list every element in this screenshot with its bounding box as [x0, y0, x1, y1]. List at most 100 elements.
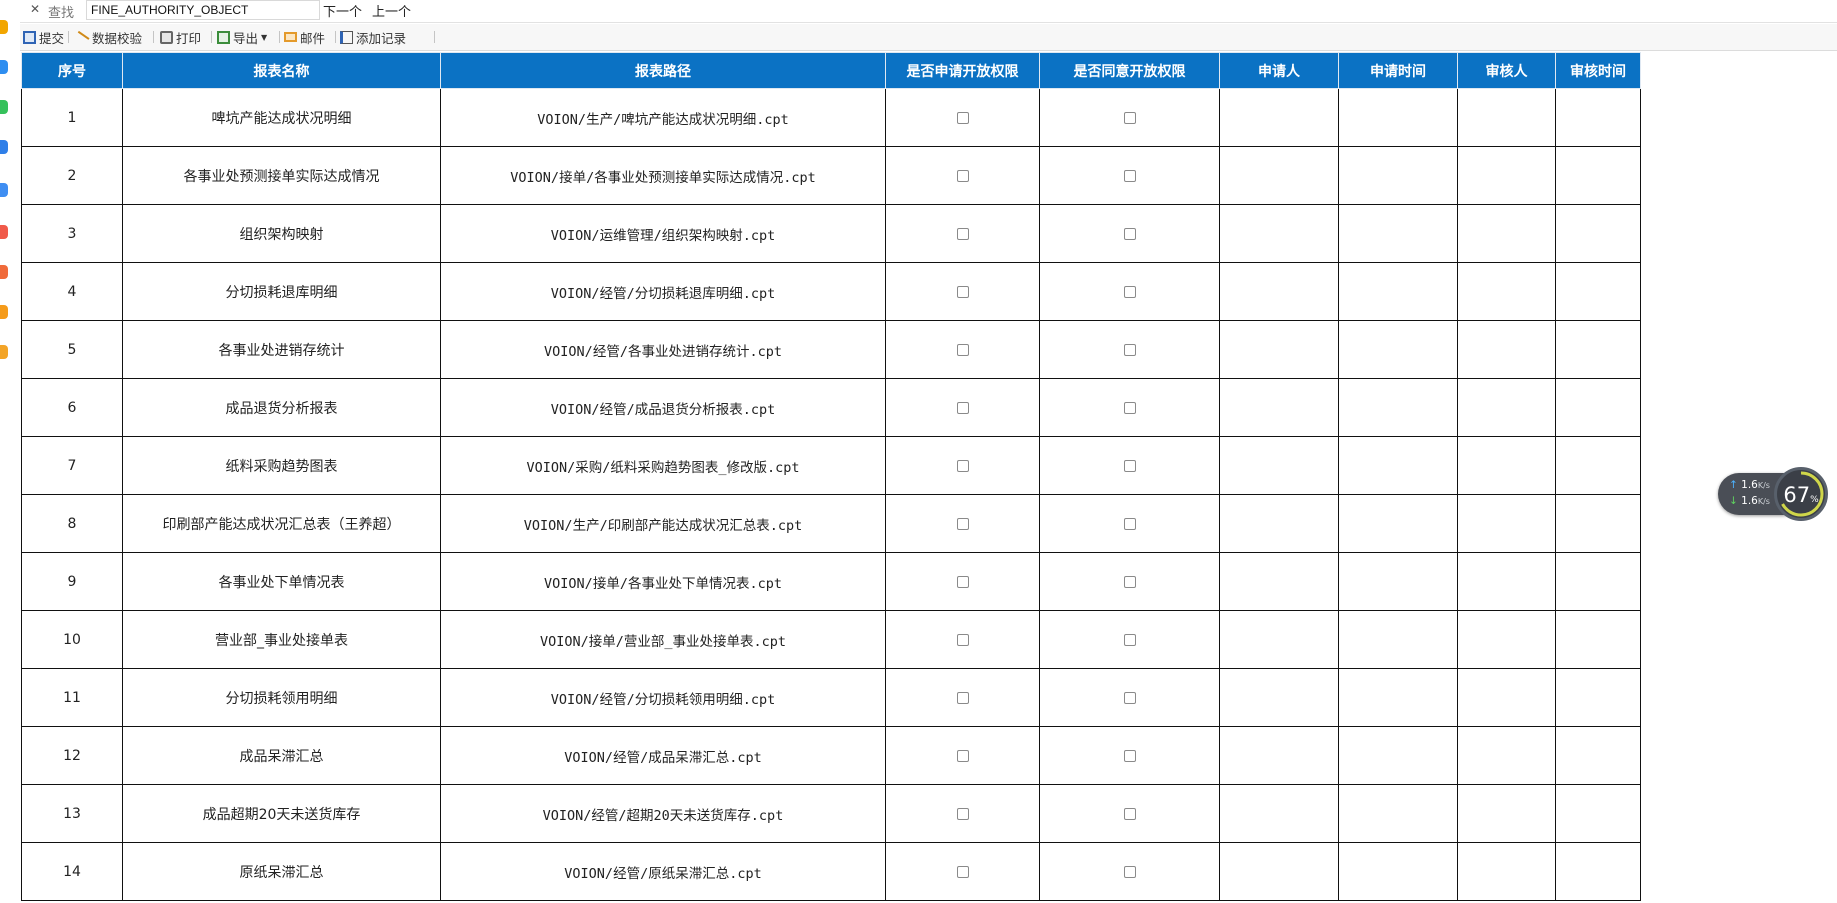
dock-app-icon[interactable]	[0, 225, 8, 239]
report-name-cell: 成品呆滞汇总	[122, 726, 441, 785]
dock-app-icon[interactable]	[0, 20, 8, 34]
close-icon[interactable]: ✕	[30, 2, 40, 16]
apply-permission-checkbox[interactable]	[956, 343, 969, 356]
reviewer-cell	[1457, 262, 1556, 321]
apply-permission-checkbox[interactable]	[956, 575, 969, 588]
row-number-cell: 4	[21, 262, 123, 321]
reviewer-cell	[1457, 204, 1556, 263]
report-path-cell: VOION/经管/各事业处进销存统计.cpt	[440, 320, 886, 379]
row-number-cell: 1	[21, 88, 123, 147]
dock-app-icon[interactable]	[0, 345, 8, 359]
dock-app-icon[interactable]	[0, 305, 8, 319]
applicant-cell	[1219, 320, 1339, 379]
download-speed: ↓ 1.6K/s	[1729, 495, 1770, 507]
table-row: 8 印刷部产能达成状况汇总表（王养超） VOION/生产/印刷部产能达成状况汇总表.…	[21, 494, 1641, 553]
approve-permission-checkbox[interactable]	[1123, 865, 1136, 878]
review-time-cell	[1555, 262, 1641, 321]
toolbar-divider	[153, 31, 154, 43]
report-path-cell: VOION/接单/营业部_事业处接单表.cpt	[440, 610, 886, 669]
table-row: 9 各事业处下单情况表 VOION/接单/各事业处下单情况表.cpt	[21, 552, 1641, 611]
apply-permission-cell	[885, 378, 1040, 437]
approve-permission-checkbox[interactable]	[1123, 227, 1136, 240]
approve-permission-checkbox[interactable]	[1123, 575, 1136, 588]
apply-permission-checkbox[interactable]	[956, 865, 969, 878]
apply-time-cell	[1338, 726, 1458, 785]
row-number-cell: 14	[21, 842, 123, 901]
approve-permission-checkbox[interactable]	[1123, 691, 1136, 704]
add-record-button[interactable]: 添加记录	[340, 29, 407, 46]
apply-permission-checkbox[interactable]	[956, 691, 969, 704]
download-value: 1.6	[1741, 495, 1758, 507]
approve-permission-checkbox[interactable]	[1123, 633, 1136, 646]
apply-time-cell	[1338, 262, 1458, 321]
report-path-cell: VOION/经管/分切损耗退库明细.cpt	[440, 262, 886, 321]
report-path-cell: VOION/生产/啤坑产能达成状况明细.cpt	[440, 88, 886, 147]
approve-permission-checkbox[interactable]	[1123, 343, 1136, 356]
dock-app-icon[interactable]	[0, 183, 8, 197]
approve-permission-checkbox[interactable]	[1123, 285, 1136, 298]
approve-permission-checkbox[interactable]	[1123, 401, 1136, 414]
dock-app-icon[interactable]	[0, 265, 8, 279]
table-row: 10 营业部_事业处接单表 VOION/接单/营业部_事业处接单表.cpt	[21, 610, 1641, 669]
export-button[interactable]: 导出 ▼	[217, 29, 267, 46]
approve-permission-checkbox[interactable]	[1123, 111, 1136, 124]
add-record-label: 添加记录	[356, 30, 407, 46]
approve-permission-cell	[1039, 204, 1220, 263]
find-input[interactable]	[86, 0, 320, 20]
approve-permission-cell	[1039, 668, 1220, 727]
applicant-cell	[1219, 146, 1339, 205]
apply-permission-checkbox[interactable]	[956, 749, 969, 762]
applicant-cell	[1219, 88, 1339, 147]
find-next-button[interactable]: 下一个	[323, 1, 362, 20]
apply-permission-checkbox[interactable]	[956, 517, 969, 530]
applicant-cell	[1219, 494, 1339, 553]
apply-permission-checkbox[interactable]	[956, 227, 969, 240]
row-number-cell: 2	[21, 146, 123, 205]
dock-app-icon[interactable]	[0, 140, 8, 154]
approve-permission-checkbox[interactable]	[1123, 749, 1136, 762]
find-prev-button[interactable]: 上一个	[372, 1, 411, 20]
approve-permission-cell	[1039, 88, 1220, 147]
submit-label: 提交	[39, 30, 65, 46]
row-number-cell: 7	[21, 436, 123, 495]
apply-permission-checkbox[interactable]	[956, 807, 969, 820]
apply-permission-checkbox[interactable]	[956, 633, 969, 646]
add-row-icon	[340, 30, 353, 44]
report-path-cell: VOION/经管/分切损耗领用明细.cpt	[440, 668, 886, 727]
upload-speed: ↑ 1.6K/s	[1729, 479, 1770, 491]
reviewer-cell	[1457, 842, 1556, 901]
approve-permission-cell	[1039, 552, 1220, 611]
approve-permission-checkbox[interactable]	[1123, 459, 1136, 472]
report-name-cell: 成品超期20天未送货库存	[122, 784, 441, 843]
approve-permission-checkbox[interactable]	[1123, 169, 1136, 182]
apply-time-cell	[1338, 436, 1458, 495]
approve-permission-checkbox[interactable]	[1123, 517, 1136, 530]
upload-unit: K/s	[1757, 481, 1770, 490]
approve-permission-checkbox[interactable]	[1123, 807, 1136, 820]
approve-permission-cell	[1039, 610, 1220, 669]
apply-permission-checkbox[interactable]	[956, 169, 969, 182]
memory-usage-gauge[interactable]: 67%	[1774, 467, 1828, 521]
apply-permission-cell	[885, 494, 1040, 553]
apply-permission-checkbox[interactable]	[956, 285, 969, 298]
network-speed-widget[interactable]: ↑ 1.6K/s ↓ 1.6K/s 67%	[1718, 467, 1830, 521]
reviewer-cell	[1457, 610, 1556, 669]
table-row: 1 啤坑产能达成状况明细 VOION/生产/啤坑产能达成状况明细.cpt	[21, 88, 1641, 147]
email-label: 邮件	[300, 30, 326, 46]
dock-app-icon[interactable]	[0, 60, 8, 74]
apply-permission-checkbox[interactable]	[956, 111, 969, 124]
validate-label: 数据校验	[92, 30, 143, 46]
approve-permission-cell	[1039, 784, 1220, 843]
print-button[interactable]: 打印	[160, 29, 201, 46]
apply-permission-checkbox[interactable]	[956, 401, 969, 414]
dock-app-icon[interactable]	[0, 100, 8, 114]
apply-time-cell	[1338, 320, 1458, 379]
find-label: 查找	[48, 6, 75, 21]
apply-permission-cell	[885, 726, 1040, 785]
email-button[interactable]: 邮件	[284, 29, 326, 46]
submit-button[interactable]: 提交	[23, 29, 65, 46]
validate-button[interactable]: 数据校验	[75, 29, 143, 46]
report-path-cell: VOION/经管/原纸呆滞汇总.cpt	[440, 842, 886, 901]
apply-permission-checkbox[interactable]	[956, 459, 969, 472]
review-time-cell	[1555, 842, 1641, 901]
